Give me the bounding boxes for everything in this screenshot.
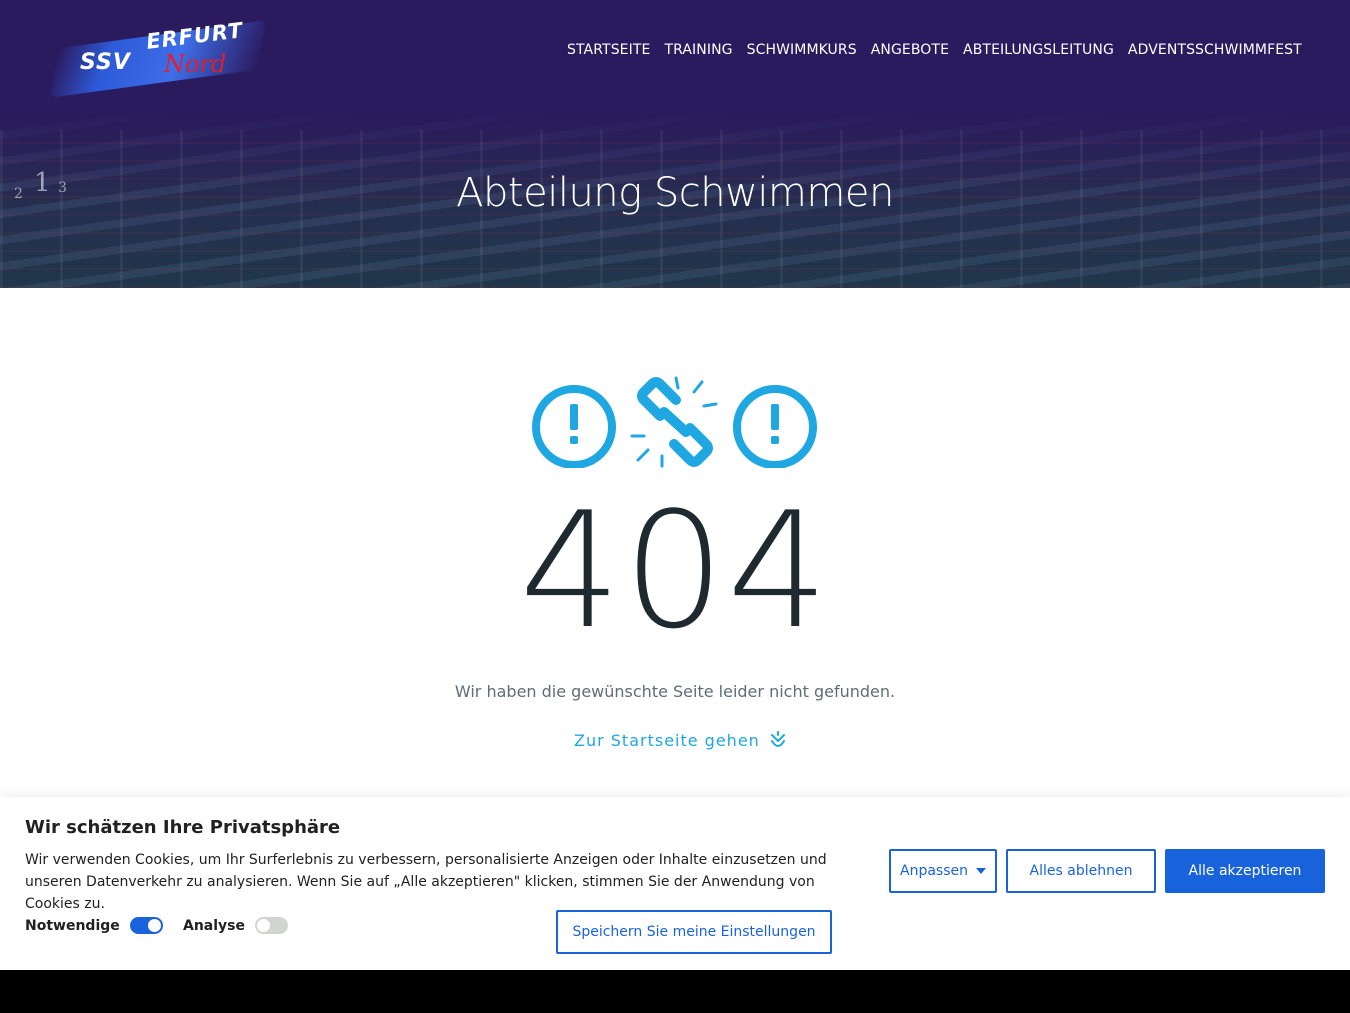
toggle-knob	[257, 919, 271, 932]
customize-button[interactable]: Anpassen	[889, 849, 997, 893]
toggle-analytics-switch[interactable]	[255, 917, 289, 934]
nav-item-abteilungsleitung[interactable]: ABTEILUNGSLEITUNG	[956, 40, 1121, 60]
toggle-necessary-label: Notwendige	[25, 917, 120, 934]
toggle-analytics: Analyse	[183, 917, 289, 934]
cookie-title: Wir schätzen Ihre Privatsphäre	[25, 817, 341, 838]
nav-item-schwimmkurs[interactable]: SCHWIMMKURS	[740, 40, 864, 60]
customize-label: Anpassen	[900, 863, 968, 879]
save-preferences-button[interactable]: Speichern Sie meine Einstellungen	[556, 910, 832, 954]
toggle-knob	[147, 919, 161, 932]
toggle-necessary-switch[interactable]	[129, 917, 163, 934]
error-code: 404	[519, 477, 831, 664]
nav-item-angebote[interactable]: ANGEBOTE	[864, 40, 956, 60]
nav-item-adventsschwimmfest[interactable]: ADVENTSSCHWIMMFEST	[1121, 40, 1309, 60]
error-icons	[532, 376, 817, 468]
home-arrow-icon	[770, 731, 785, 747]
error-message: Wir haben die gewünschte Seite leider ni…	[454, 682, 896, 701]
nav-item-startseite[interactable]: STARTSEITE	[560, 40, 657, 60]
nav-item-training[interactable]: TRAINING	[657, 40, 739, 60]
club-logo[interactable]: SSV ERFURT Nord	[49, 14, 267, 98]
go-home-label: Zur Startseite gehen	[574, 730, 760, 750]
logo-text-ssv: SSV	[80, 50, 131, 75]
exclamation-circle-icon	[733, 385, 817, 468]
reject-all-button[interactable]: Alles ablehnen	[1006, 849, 1156, 893]
main-navigation: STARTSEITE TRAINING SCHWIMMKURS ANGEBOTE…	[560, 40, 1309, 60]
caret-down-icon	[976, 868, 986, 874]
broken-link-icon	[630, 376, 718, 468]
exclamation-circle-icon	[532, 385, 616, 468]
accept-all-button[interactable]: Alle akzeptieren	[1165, 849, 1325, 893]
go-home-link[interactable]: Zur Startseite gehen	[574, 728, 786, 752]
cookie-description: Wir verwenden Cookies, um Ihr Surferlebn…	[25, 852, 827, 912]
toggle-analytics-label: Analyse	[183, 917, 246, 934]
hero-banner: 2 1 3 SSV ERFURT Nord STARTSEITE TRAININ…	[0, 0, 1350, 288]
cookie-consent-banner: Wir schätzen Ihre Privatsphäre Wir verwe…	[0, 797, 1350, 970]
logo-text-nord: Nord	[164, 50, 227, 78]
toggle-necessary: Notwendige	[25, 917, 163, 934]
page-title: Abteilung Schwimmen	[456, 170, 894, 216]
